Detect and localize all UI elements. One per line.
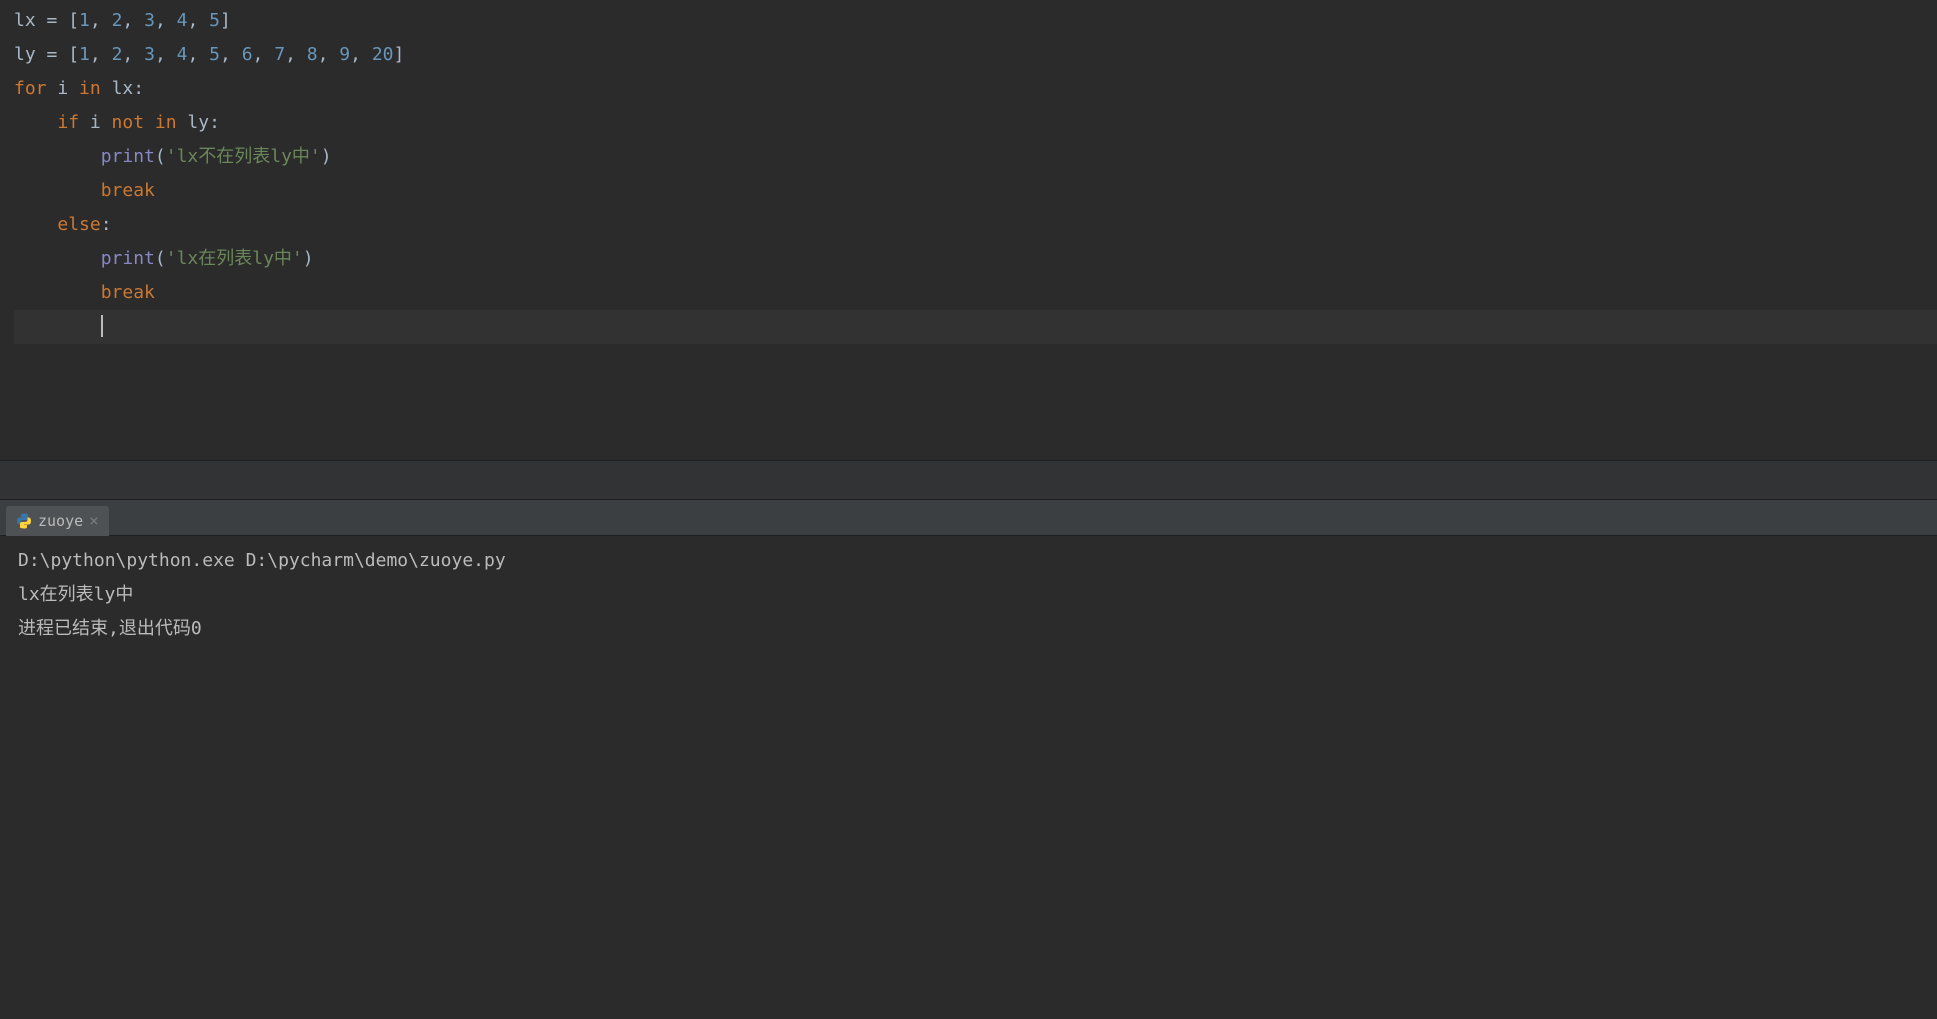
code-line-7[interactable]: else:	[14, 208, 1937, 242]
console-command: D:\python\python.exe D:\pycharm\demo\zuo…	[18, 544, 1919, 578]
code-line-1[interactable]: lx = [1, 2, 3, 4, 5]	[14, 4, 1937, 38]
code-editor[interactable]: lx = [1, 2, 3, 4, 5] ly = [1, 2, 3, 4, 5…	[0, 0, 1937, 460]
code-line-9[interactable]: break	[14, 276, 1937, 310]
console-output: lx在列表ly中	[18, 578, 1919, 612]
run-tab-bar: zuoye ×	[0, 500, 1937, 536]
variable-ly: ly	[14, 44, 36, 65]
code-line-8[interactable]: print('lx在列表ly中')	[14, 242, 1937, 276]
code-line-4[interactable]: if i not in ly:	[14, 106, 1937, 140]
code-line-5[interactable]: print('lx不在列表ly中')	[14, 140, 1937, 174]
run-console[interactable]: D:\python\python.exe D:\pycharm\demo\zuo…	[0, 536, 1937, 1019]
code-line-2[interactable]: ly = [1, 2, 3, 4, 5, 6, 7, 8, 9, 20]	[14, 38, 1937, 72]
code-line-10-current[interactable]	[14, 310, 1937, 344]
variable-lx: lx	[14, 10, 36, 31]
code-line-3[interactable]: for i in lx:	[14, 72, 1937, 106]
code-line-6[interactable]: break	[14, 174, 1937, 208]
close-icon[interactable]: ×	[89, 513, 99, 529]
python-icon	[16, 513, 32, 529]
text-cursor	[101, 315, 103, 337]
pane-splitter[interactable]	[0, 460, 1937, 500]
run-tab-zuoye[interactable]: zuoye ×	[6, 506, 109, 536]
run-tab-label: zuoye	[38, 512, 83, 530]
console-exit: 进程已结束,退出代码0	[18, 612, 1919, 646]
